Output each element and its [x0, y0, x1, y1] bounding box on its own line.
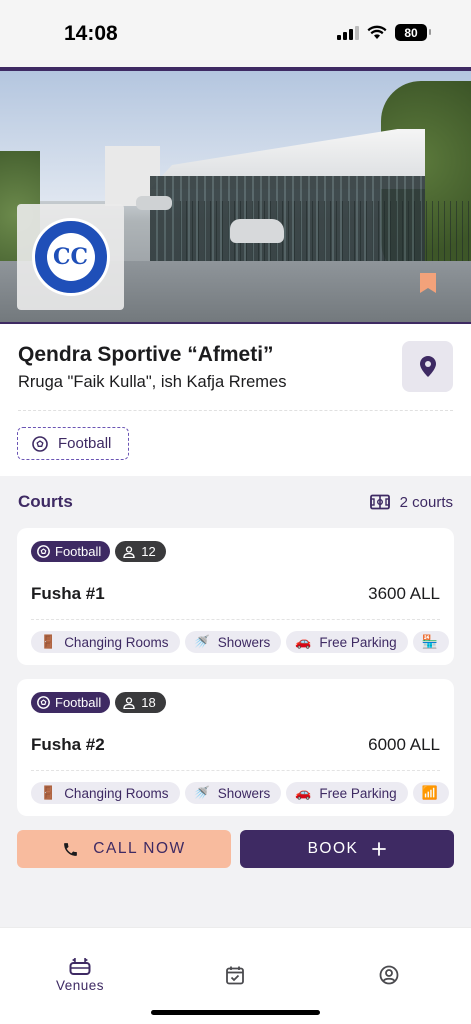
soccer-ball-icon [37, 696, 50, 709]
amenity-free-parking: 🚗 Free Parking [286, 631, 408, 653]
battery-icon: 80 [395, 24, 431, 41]
nav-item-bookings[interactable] [225, 965, 245, 985]
venue-address: Rruga "Faik Kulla", ish Kafja Rremes [18, 373, 287, 391]
shower-icon: 🚿 [193, 785, 210, 800]
sport-chip-label: Football [58, 435, 112, 452]
amenities-list: 🚪 Changing Rooms 🚿 Showers 🚗 Free Parkin… [31, 782, 449, 804]
venue-logo: CC [17, 204, 124, 310]
call-now-label: CALL NOW [93, 840, 186, 857]
status-icons: 80 [337, 24, 431, 41]
call-now-button[interactable]: CALL NOW [17, 830, 231, 868]
players-badge: 12 [115, 541, 166, 562]
amenity-changing-rooms: 🚪 Changing Rooms [31, 782, 180, 804]
sport-badge-label: Football [55, 695, 102, 710]
soccer-ball-icon [32, 435, 48, 452]
courts-title: Courts [18, 492, 73, 511]
amenity-label: Changing Rooms [64, 785, 169, 801]
map-pin-icon [419, 356, 436, 377]
nav-venues-label: Venues [56, 978, 105, 993]
car-icon: 🚗 [295, 785, 312, 800]
court-price: 3600 ALL [368, 584, 440, 603]
stadium-icon [69, 958, 91, 975]
amenity-more: 🏪 [412, 631, 449, 653]
court-price: 6000 ALL [368, 735, 440, 754]
person-icon [123, 696, 135, 709]
court-badges: Football 12 [31, 541, 166, 562]
field-icon [369, 494, 390, 510]
wifi-router-icon: 📶 [421, 785, 438, 800]
club-logo-icon: CC [31, 218, 110, 296]
sport-badge-label: Football [55, 544, 102, 559]
amenity-showers: 🚿 Showers [184, 782, 282, 804]
venue-hero-image: CC [0, 67, 471, 324]
amenity-changing-rooms: 🚪 Changing Rooms [31, 631, 180, 653]
home-indicator [151, 1010, 320, 1015]
sport-filter-chip[interactable]: Football [17, 427, 129, 460]
courts-count-label: 2 courts [399, 493, 453, 511]
divider [31, 770, 440, 771]
court-card[interactable]: Football 18 Fusha #2 6000 ALL 🚪 Changing… [17, 679, 454, 816]
court-badges: Football 18 [31, 692, 166, 713]
signal-icon [337, 25, 359, 40]
amenity-showers: 🚿 Showers [184, 631, 282, 653]
nav-item-venues[interactable]: Venues [56, 956, 104, 993]
wifi-icon [367, 25, 387, 39]
divider [31, 619, 440, 620]
status-time: 14:08 [64, 22, 118, 45]
phone-icon [64, 842, 78, 856]
amenity-label: Free Parking [319, 785, 397, 801]
amenity-label: Changing Rooms [64, 634, 169, 650]
status-bar: 14:08 80 [0, 0, 471, 68]
person-icon [123, 545, 135, 558]
amenities-list: 🚪 Changing Rooms 🚿 Showers 🚗 Free Parkin… [31, 631, 449, 653]
calendar-check-icon [226, 966, 244, 985]
divider [18, 410, 453, 411]
players-count: 18 [141, 695, 156, 710]
nav-item-profile[interactable] [379, 965, 399, 985]
soccer-ball-icon [37, 545, 50, 558]
amenity-label: Showers [217, 785, 271, 801]
venue-name: Qendra Sportive “Afmeti” [18, 343, 274, 366]
changing-rooms-icon: 🚪 [40, 634, 57, 649]
logo-text: CC [52, 244, 89, 270]
players-badge: 18 [115, 692, 166, 713]
amenity-label: Showers [217, 634, 271, 650]
amenity-label: Free Parking [319, 634, 397, 650]
shower-icon: 🚿 [193, 634, 210, 649]
changing-rooms-icon: 🚪 [40, 785, 57, 800]
profile-icon [379, 965, 399, 985]
sport-badge: Football [31, 541, 111, 562]
court-name: Fusha #1 [31, 584, 105, 603]
book-label: BOOK [307, 840, 359, 857]
venue-info: Qendra Sportive “Afmeti” Rruga "Faik Kul… [0, 324, 471, 476]
plus-icon [372, 842, 387, 856]
car-icon: 🚗 [295, 634, 312, 649]
players-count: 12 [141, 544, 156, 559]
amenity-more: 📶 [412, 782, 449, 804]
bottom-navigation: Venues [0, 927, 471, 1024]
courts-count: 2 courts [369, 493, 453, 511]
amenity-free-parking: 🚗 Free Parking [286, 782, 408, 804]
store-icon: 🏪 [421, 634, 438, 649]
book-button[interactable]: BOOK [240, 830, 454, 868]
courts-header: Courts 2 courts [18, 492, 453, 512]
court-name: Fusha #2 [31, 735, 105, 754]
sport-badge: Football [31, 692, 111, 713]
court-card[interactable]: Football 12 Fusha #1 3600 ALL 🚪 Changing… [17, 528, 454, 665]
map-location-button[interactable] [402, 341, 453, 392]
